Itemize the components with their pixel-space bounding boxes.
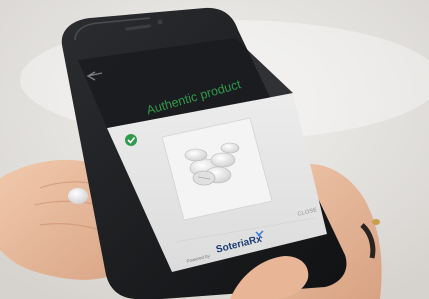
photo-scene (0, 0, 429, 299)
pill-in-hand (68, 188, 88, 204)
bracelet-charm (372, 219, 380, 225)
phone-camera (157, 19, 163, 25)
check-circle-icon (125, 134, 137, 146)
